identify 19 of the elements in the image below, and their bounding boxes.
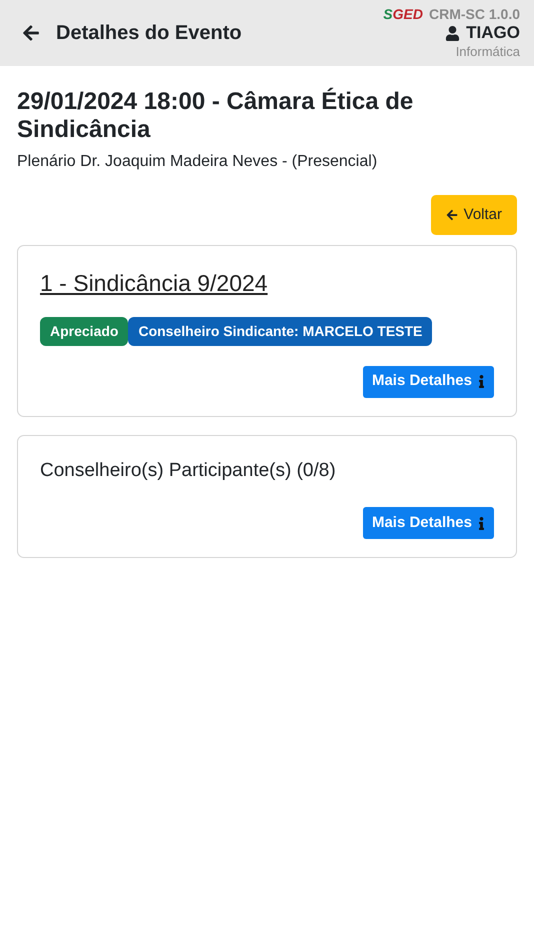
back-arrow-icon[interactable] (22, 24, 40, 42)
arrow-left-icon (446, 209, 458, 221)
card-title: Conselheiro(s) Participante(s) (0/8) (40, 458, 337, 482)
status-badge: Apreciado (40, 316, 128, 346)
department: Informática (456, 43, 520, 60)
event-title: 29/01/2024 18:00 - Câmara Ética de Sindicância (17, 88, 414, 144)
process-link[interactable]: 1 - Sindicância 9/2024 (40, 270, 268, 296)
details-button[interactable]: Mais Detalhes (362, 507, 494, 539)
info-icon (478, 375, 485, 388)
back-button[interactable]: Voltar (430, 195, 517, 235)
status-badge: Conselheiro Sindicante: MARCELO TESTE (128, 316, 432, 346)
user-name: TIAGO (466, 23, 520, 43)
event-location: Plenário Dr. Joaquim Madeira Neves - (Presencial) (17, 152, 378, 172)
info-icon (478, 516, 485, 530)
details-button[interactable]: Mais Detalhes (362, 366, 494, 398)
app-logo: SGED (383, 6, 423, 23)
app-version: CRM-SC 1.0.0 (428, 6, 520, 23)
user-icon (445, 26, 460, 40)
page-title: Detalhes do Evento (56, 21, 242, 46)
